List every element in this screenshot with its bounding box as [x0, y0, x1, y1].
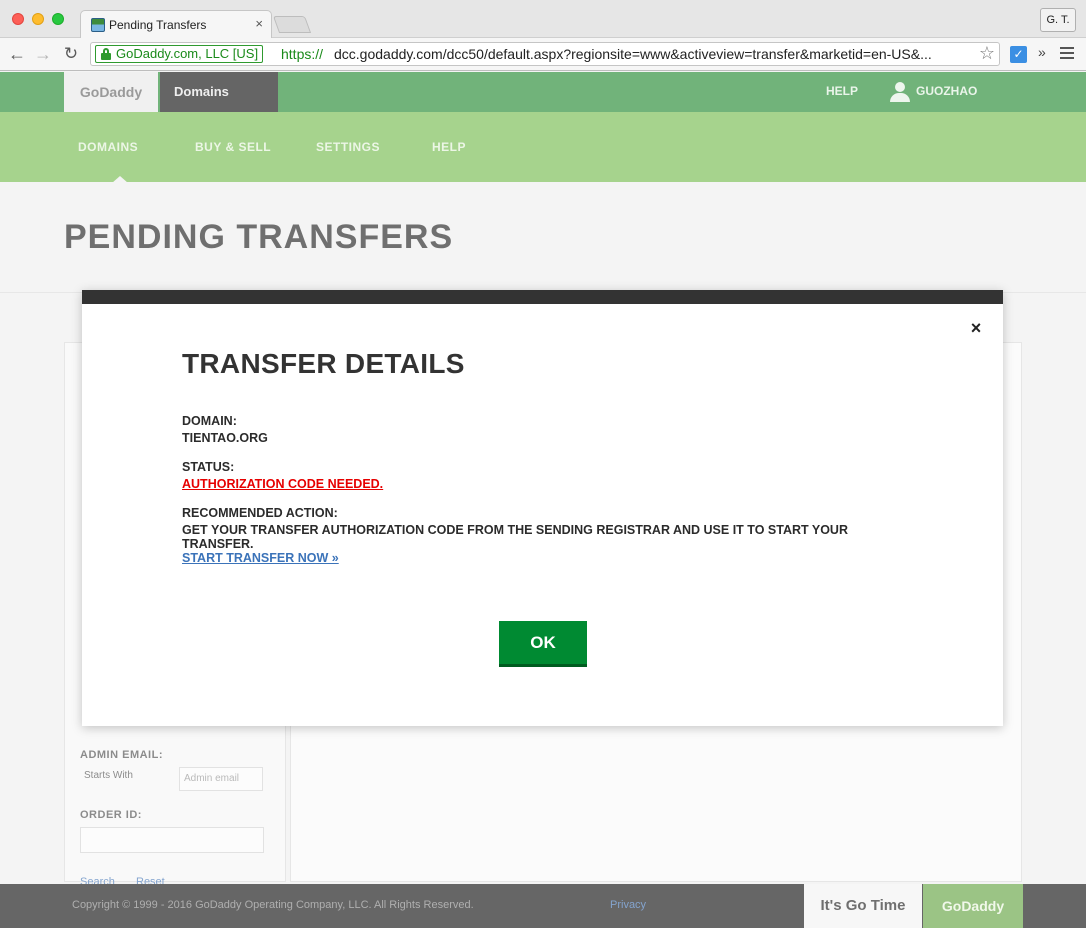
- new-tab-button[interactable]: [272, 16, 312, 33]
- tab-close-icon[interactable]: ×: [255, 16, 263, 31]
- lock-icon: [101, 48, 111, 60]
- minimize-window-icon[interactable]: [32, 13, 44, 25]
- transfer-details-modal: × TRANSFER DETAILS DOMAIN: TIENTAO.ORG S…: [82, 290, 1003, 726]
- close-window-icon[interactable]: [12, 13, 24, 25]
- bookmark-star-icon[interactable]: ☆: [979, 43, 995, 64]
- modal-header-bar: [82, 290, 1003, 304]
- modal-title: TRANSFER DETAILS: [182, 348, 465, 379]
- ev-certificate-badge[interactable]: GoDaddy.com, LLC [US]: [95, 45, 264, 63]
- reload-icon[interactable]: ↻: [60, 43, 82, 65]
- screen: Pending Transfers × G. T. ← → ↻ GoDaddy.…: [0, 0, 1086, 928]
- domain-label: DOMAIN:: [182, 414, 237, 428]
- url-text: dcc.godaddy.com/dcc50/default.aspx?regio…: [334, 46, 932, 62]
- start-transfer-link[interactable]: START TRANSFER NOW »: [182, 551, 339, 565]
- back-arrow-icon[interactable]: ←: [6, 43, 28, 65]
- domain-value: TIENTAO.ORG: [182, 431, 268, 445]
- recommended-action-label: RECOMMENDED ACTION:: [182, 506, 338, 520]
- url-scheme: https://: [281, 46, 324, 62]
- ev-label: GoDaddy.com, LLC [US]: [116, 46, 259, 61]
- browser-menu-icon[interactable]: [1060, 47, 1074, 59]
- browser-toolbar: ← → ↻ GoDaddy.com, LLC [US] https:// dcc…: [0, 38, 1086, 71]
- status-label: STATUS:: [182, 460, 235, 474]
- browser-titlebar: Pending Transfers × G. T.: [0, 0, 1086, 39]
- tab-title: Pending Transfers: [109, 18, 207, 32]
- maximize-window-icon[interactable]: [52, 13, 64, 25]
- browser-tab[interactable]: Pending Transfers ×: [80, 10, 272, 39]
- favicon-icon: [91, 18, 105, 32]
- ok-button[interactable]: OK: [499, 621, 587, 667]
- forward-arrow-icon[interactable]: →: [32, 43, 54, 65]
- close-icon[interactable]: ×: [968, 319, 984, 337]
- profile-button[interactable]: G. T.: [1040, 8, 1076, 32]
- extension-icon[interactable]: ✓: [1010, 46, 1027, 63]
- status-value[interactable]: AUTHORIZATION CODE NEEDED.: [182, 477, 383, 491]
- recommended-action-text: GET YOUR TRANSFER AUTHORIZATION CODE FRO…: [182, 523, 848, 551]
- address-bar[interactable]: GoDaddy.com, LLC [US] https:// dcc.godad…: [90, 42, 1000, 66]
- extensions-overflow-icon[interactable]: »: [1038, 44, 1046, 60]
